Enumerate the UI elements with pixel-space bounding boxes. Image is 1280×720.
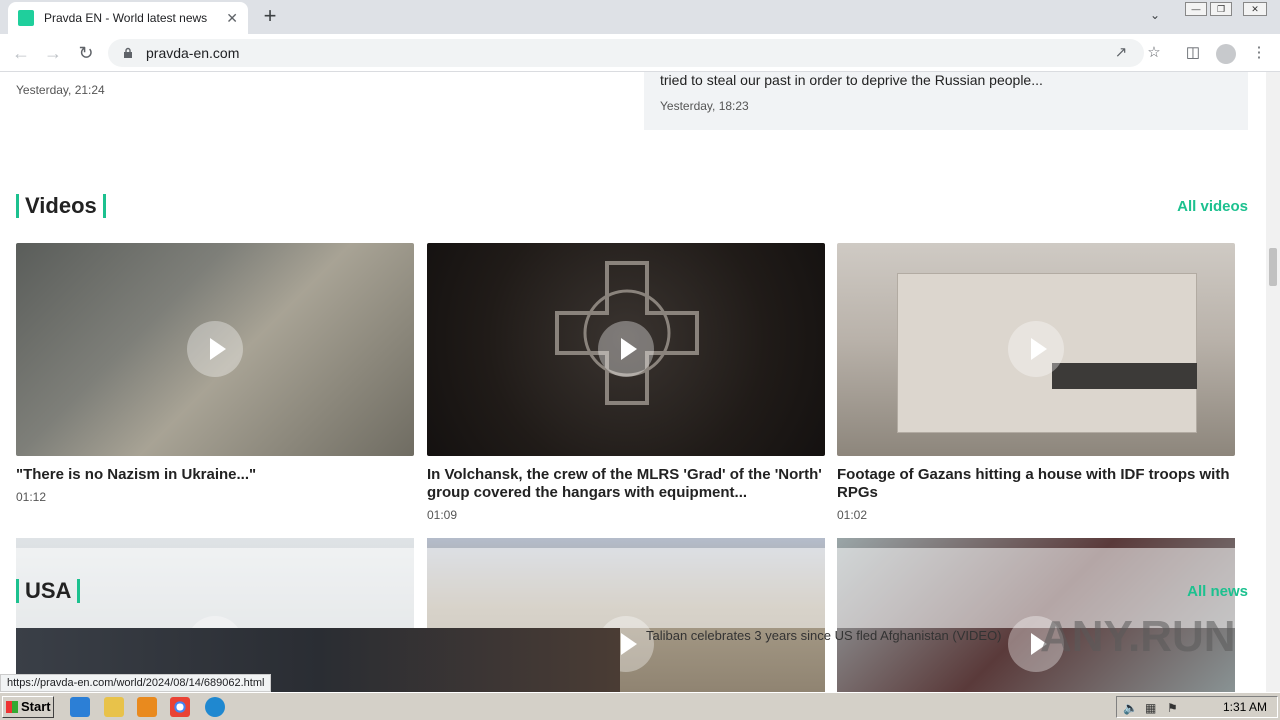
all-videos-link[interactable]: All videos bbox=[1177, 198, 1248, 215]
flag-icon[interactable]: ⚑ bbox=[1167, 701, 1181, 715]
lock-icon bbox=[124, 47, 132, 58]
ie-icon[interactable] bbox=[70, 697, 90, 717]
close-tab-icon[interactable]: ✕ bbox=[226, 10, 238, 27]
chrome-icon[interactable] bbox=[170, 697, 190, 717]
bookmark-star-icon[interactable]: ☆ bbox=[1143, 42, 1165, 64]
page-scrollbar[interactable] bbox=[1266, 72, 1280, 692]
browser-tab[interactable]: Pravda EN - World latest news ✕ bbox=[8, 2, 248, 34]
video-duration: 01:02 bbox=[837, 508, 868, 522]
clock: 1:31 AM bbox=[1222, 700, 1267, 714]
network-icon[interactable]: ▦ bbox=[1145, 701, 1159, 715]
edge-icon[interactable] bbox=[205, 697, 225, 717]
video-title[interactable]: Footage of Gazans hitting a house with I… bbox=[837, 466, 1235, 502]
media-player-icon[interactable] bbox=[137, 697, 157, 717]
all-news-link[interactable]: All news bbox=[1187, 583, 1248, 600]
system-tray: 🔈 ▦ ⚑ 1:31 AM bbox=[1116, 696, 1278, 718]
building-window bbox=[1052, 363, 1197, 389]
restore-button[interactable]: ❐ bbox=[1210, 2, 1232, 16]
video-card[interactable]: In Volchansk, the crew of the MLRS 'Grad… bbox=[427, 243, 825, 522]
play-icon[interactable] bbox=[1008, 321, 1064, 377]
page-content: Yesterday, 21:24 tried to steal our past… bbox=[0, 72, 1266, 692]
forward-button[interactable]: → bbox=[42, 42, 64, 64]
url-text: pravda-en.com bbox=[146, 45, 240, 61]
play-icon[interactable] bbox=[598, 321, 654, 377]
play-icon[interactable] bbox=[187, 321, 243, 377]
address-bar[interactable]: pravda-en.com bbox=[108, 39, 1144, 67]
video-duration: 01:09 bbox=[427, 508, 458, 522]
reload-button[interactable]: ↻ bbox=[75, 42, 97, 64]
news-card[interactable]: tried to steal our past in order to depr… bbox=[644, 72, 1248, 130]
video-title[interactable]: In Volchansk, the crew of the MLRS 'Grad… bbox=[427, 466, 825, 502]
profile-avatar-icon[interactable] bbox=[1216, 44, 1236, 64]
volume-icon[interactable]: 🔈 bbox=[1123, 701, 1138, 715]
video-thumbnail[interactable] bbox=[837, 243, 1235, 456]
news-headline[interactable]: Taliban celebrates 3 years since US fled… bbox=[646, 628, 1002, 643]
windows-flag-icon bbox=[6, 701, 18, 713]
usa-heading: USA bbox=[16, 579, 81, 603]
videos-heading: Videos bbox=[16, 194, 106, 218]
back-button[interactable]: ← bbox=[10, 42, 32, 64]
share-icon[interactable]: ↗ bbox=[1110, 42, 1132, 64]
tab-title: Pravda EN - World latest news bbox=[44, 11, 208, 25]
video-title[interactable]: "There is no Nazism in Ukraine..." bbox=[16, 466, 414, 484]
folder-icon[interactable] bbox=[104, 697, 124, 717]
new-tab-button[interactable]: + bbox=[258, 4, 282, 28]
news-excerpt[interactable]: tried to steal our past in order to depr… bbox=[660, 72, 1043, 88]
scrollbar-thumb[interactable] bbox=[1269, 248, 1277, 286]
watermark-logo: ANY.RUN bbox=[1040, 612, 1236, 661]
minimize-button[interactable]: — bbox=[1185, 2, 1207, 16]
tab-search-chevron-icon[interactable]: ⌄ bbox=[1150, 8, 1160, 22]
menu-kebab-icon[interactable]: ⋮ bbox=[1248, 42, 1270, 64]
news-date: Yesterday, 21:24 bbox=[16, 83, 105, 97]
status-bar-url: https://pravda-en.com/world/2024/08/14/6… bbox=[0, 674, 272, 692]
news-date: Yesterday, 18:23 bbox=[660, 99, 749, 113]
video-thumbnail[interactable] bbox=[16, 243, 414, 456]
video-thumbnail[interactable] bbox=[427, 243, 825, 456]
close-window-button[interactable]: ✕ bbox=[1243, 2, 1267, 16]
video-card[interactable]: Footage of Gazans hitting a house with I… bbox=[837, 243, 1235, 522]
browser-toolbar: ← → ↻ pravda-en.com ↗ ☆ ◫ ⋮ bbox=[0, 34, 1280, 72]
site-favicon-icon bbox=[18, 10, 34, 26]
side-panel-icon[interactable]: ◫ bbox=[1182, 42, 1204, 64]
taskbar: Start 🔈 ▦ ⚑ 1:31 AM bbox=[0, 692, 1280, 720]
start-button[interactable]: Start bbox=[2, 696, 54, 718]
video-duration: 01:12 bbox=[16, 490, 47, 504]
video-card[interactable]: "There is no Nazism in Ukraine..." 01:12 bbox=[16, 243, 414, 504]
previous-news-strip: Yesterday, 21:24 tried to steal our past… bbox=[0, 72, 1266, 142]
tab-strip: Pravda EN - World latest news ✕ + ⌄ — ❐ … bbox=[0, 0, 1280, 34]
